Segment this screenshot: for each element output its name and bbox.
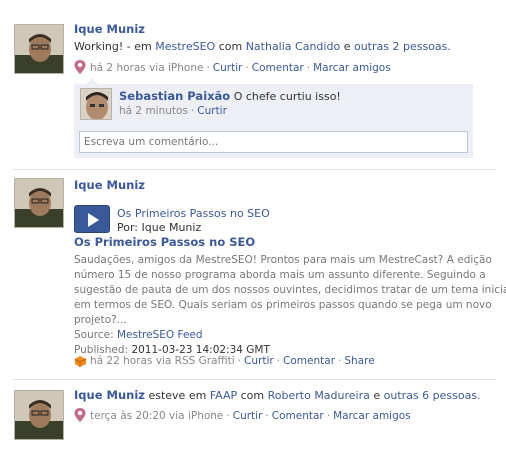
comment-like-link[interactable]: Curtir bbox=[197, 105, 227, 117]
description-line: Saudações, amigos da MestreSEO! Prontos … bbox=[74, 254, 492, 266]
feed-story-1: Ique Muniz Working! - em MestreSEO com N… bbox=[0, 0, 506, 170]
attachment-description: Saudações, amigos da MestreSEO! Prontos … bbox=[74, 253, 506, 358]
comment-text: O chefe curtiu isso! bbox=[233, 90, 341, 103]
place-link[interactable]: FAAP bbox=[210, 389, 237, 402]
attachment-title-link[interactable]: Os Primeiros Passos no SEO bbox=[117, 207, 270, 220]
status-text: Working! bbox=[74, 40, 124, 53]
tagged-person-link[interactable]: Roberto Madureira bbox=[268, 389, 370, 402]
location-pin-icon bbox=[74, 60, 86, 74]
description-line: em termos de SEO. Quais seriam os primei… bbox=[74, 299, 492, 311]
location-pin-icon bbox=[74, 408, 86, 422]
comment-avatar[interactable] bbox=[80, 88, 112, 120]
timestamp[interactable]: terça às 20:20 via iPhone bbox=[90, 410, 223, 422]
comment-box-pointer bbox=[86, 78, 98, 84]
and-text: e bbox=[373, 389, 381, 402]
others-link[interactable]: outras 2 pessoas. bbox=[354, 40, 451, 53]
play-icon[interactable] bbox=[74, 205, 110, 233]
author-name[interactable]: Ique Muniz bbox=[74, 22, 145, 36]
comment-input[interactable] bbox=[79, 131, 468, 153]
source-label: Source: bbox=[74, 329, 114, 341]
like-link[interactable]: Curtir bbox=[233, 410, 263, 422]
attachment-byline: Por: Ique Muniz bbox=[117, 221, 202, 234]
comment-link[interactable]: Comentar bbox=[252, 62, 304, 74]
source-link[interactable]: MestreSEO Feed bbox=[117, 329, 203, 341]
description-line: sugestão de pauta de um dos nossos ouvin… bbox=[74, 284, 506, 296]
comment-link[interactable]: Comentar bbox=[272, 410, 324, 422]
attachment-headline-link[interactable]: Os Primeiros Passos no SEO bbox=[74, 235, 255, 249]
others-link[interactable]: outras 6 pessoas. bbox=[384, 389, 481, 402]
avatar[interactable] bbox=[14, 390, 64, 440]
author-name[interactable]: Ique Muniz bbox=[74, 388, 145, 402]
and-text: e bbox=[343, 40, 351, 53]
description-line: número 15 de nosso programa aborda mais … bbox=[74, 269, 486, 281]
share-link[interactable]: Share bbox=[344, 355, 374, 367]
like-link[interactable]: Curtir bbox=[213, 62, 243, 74]
place-link[interactable]: MestreSEO bbox=[155, 40, 215, 53]
tag-friends-link[interactable]: Marcar amigos bbox=[333, 410, 411, 422]
feed-story-3: Ique Muniz esteve em FAAP com Roberto Ma… bbox=[0, 380, 506, 452]
tag-friends-link[interactable]: Marcar amigos bbox=[313, 62, 391, 74]
timestamp[interactable]: há 22 horas via RSS Graffiti bbox=[90, 355, 235, 367]
comment-timestamp: há 2 minutos bbox=[119, 105, 188, 117]
avatar[interactable] bbox=[14, 24, 64, 74]
place-prefix: - em bbox=[126, 40, 152, 53]
feed-story-2: Ique Muniz Os Primeiros Passos no SEO Po… bbox=[0, 170, 506, 380]
comment-link[interactable]: Comentar bbox=[283, 355, 335, 367]
with-prefix: com bbox=[240, 389, 265, 402]
timestamp[interactable]: há 2 horas via iPhone bbox=[90, 62, 203, 74]
rss-graffiti-icon bbox=[74, 354, 87, 368]
avatar[interactable] bbox=[14, 178, 64, 228]
with-prefix: com bbox=[218, 40, 243, 53]
comment-box: Sebastian Paixão O chefe curtiu isso! há… bbox=[74, 78, 473, 158]
checkin-text: esteve em bbox=[148, 389, 207, 402]
description-line: projeto?... bbox=[74, 314, 127, 326]
tagged-person-link[interactable]: Nathalia Candido bbox=[246, 40, 341, 53]
comment-author[interactable]: Sebastian Paixão bbox=[119, 89, 230, 103]
author-name[interactable]: Ique Muniz bbox=[74, 178, 145, 192]
like-link[interactable]: Curtir bbox=[244, 355, 274, 367]
